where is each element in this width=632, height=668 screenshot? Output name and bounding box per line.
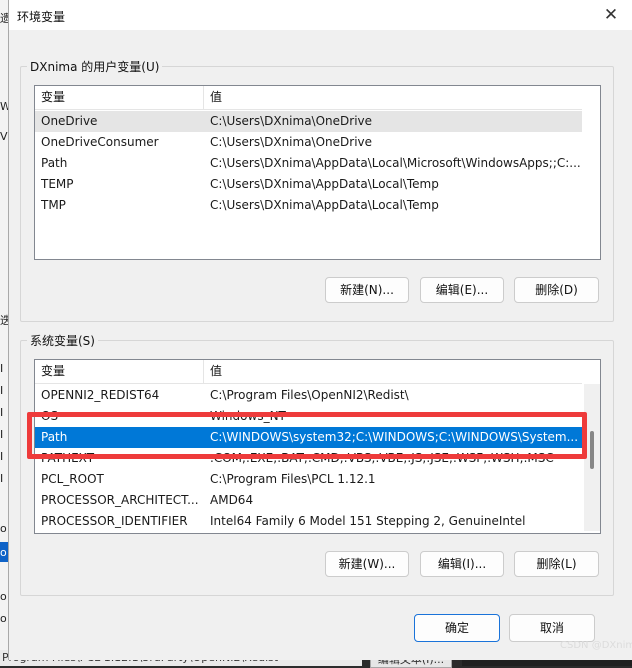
- list-item[interactable]: OPENNI2_REDIST64 C:\Program Files\OpenNI…: [35, 385, 582, 406]
- variable-value: C:\Users\DXnima\AppData\Local\Temp: [210, 198, 439, 212]
- list-item-selected[interactable]: Path C:\WINDOWS\system32;C:\WINDOWS;C:\W…: [35, 427, 582, 448]
- system-variables-list[interactable]: 变量 值 OPENNI2_REDIST64 C:\Program Files\O…: [34, 359, 601, 534]
- variable-value: AMD64: [210, 493, 254, 507]
- variable-value: C:\Users\DXnima\AppData\Local\Microsoft\…: [210, 156, 581, 170]
- variable-name: PATHEXT: [41, 451, 95, 465]
- list-item[interactable]: PROCESSOR_IDENTIFIER Intel64 Family 6 Mo…: [35, 511, 582, 532]
- variable-value: Intel64 Family 6 Model 151 Stepping 2, G…: [210, 514, 526, 528]
- user-edit-button[interactable]: 编辑(E)...: [420, 277, 504, 303]
- close-icon[interactable]: ✕: [597, 4, 625, 26]
- cancel-button[interactable]: 取消: [509, 614, 595, 642]
- variable-name: OneDrive: [41, 114, 98, 128]
- variable-value: C:\WINDOWS\system32;C:\WINDOWS;C:\WINDOW…: [210, 430, 579, 444]
- system-variables-label: 系统变量(S): [27, 332, 98, 349]
- variable-name: TMP: [41, 198, 66, 212]
- vertical-scrollbar[interactable]: [584, 384, 600, 531]
- ok-button[interactable]: 确定: [414, 614, 500, 642]
- list-item[interactable]: OneDriveConsumer C:\Users\DXnima\OneDriv…: [35, 132, 582, 153]
- system-edit-button[interactable]: 编辑(I)...: [420, 551, 504, 577]
- variable-name: OPENNI2_REDIST64: [41, 388, 160, 402]
- list-item[interactable]: OS Windows_NT: [35, 406, 582, 427]
- user-variables-list[interactable]: 变量 值 OneDrive C:\Users\DXnima\OneDrive O…: [34, 85, 601, 260]
- variable-name: OS: [41, 409, 59, 423]
- variable-name: Path: [41, 156, 68, 170]
- variable-name: Path: [41, 430, 68, 444]
- list-item[interactable]: TMP C:\Users\DXnima\AppData\Local\Temp: [35, 195, 582, 216]
- column-header-name[interactable]: 变量: [35, 360, 203, 383]
- column-header-value[interactable]: 值: [204, 86, 582, 109]
- variable-value: Windows_NT: [210, 409, 286, 423]
- variable-value: C:\Users\DXnima\OneDrive: [210, 114, 373, 128]
- variable-value: .COM;.EXE;.BAT;.CMD;.VBS;.VBE;.JS;.JSE;.…: [210, 451, 554, 465]
- watermark: CSDN @DXnima: [560, 640, 632, 651]
- user-new-button[interactable]: 新建(N)...: [325, 277, 409, 303]
- column-header-name[interactable]: 变量: [35, 86, 203, 109]
- variable-name: PROCESSOR_IDENTIFIER: [41, 514, 188, 528]
- environment-variables-dialog: 环境变量 ✕ DXnima 的用户变量(U) 变量 值 OneDrive C:\…: [8, 0, 632, 660]
- list-item[interactable]: OneDrive C:\Users\DXnima\OneDrive: [35, 111, 582, 132]
- variable-value: C:\Program Files\PCL 1.12.1: [210, 472, 376, 486]
- list-item[interactable]: PCL_ROOT C:\Program Files\PCL 1.12.1: [35, 469, 582, 490]
- list-item[interactable]: PATHEXT .COM;.EXE;.BAT;.CMD;.VBS;.VBE;.J…: [35, 448, 582, 469]
- variable-value: C:\Program Files\OpenNI2\Redist\: [210, 388, 409, 402]
- list-item[interactable]: TEMP C:\Users\DXnima\AppData\Local\Temp: [35, 174, 582, 195]
- variable-value: C:\Users\DXnima\OneDrive: [210, 135, 373, 149]
- variable-value: C:\Users\DXnima\AppData\Local\Temp: [210, 177, 439, 191]
- list-item[interactable]: Path C:\Users\DXnima\AppData\Local\Micro…: [35, 153, 582, 174]
- variable-name: OneDriveConsumer: [41, 135, 159, 149]
- user-variables-label: DXnima 的用户变量(U): [27, 58, 163, 75]
- variable-name: PROCESSOR_ARCHITECT...: [41, 493, 199, 507]
- system-new-button[interactable]: 新建(W)...: [325, 551, 409, 577]
- list-item[interactable]: PROCESSOR_ARCHITECT... AMD64: [35, 490, 582, 511]
- user-delete-button[interactable]: 删除(D): [514, 277, 599, 303]
- system-delete-button[interactable]: 删除(L): [514, 551, 599, 577]
- list-header: 变量 值: [35, 360, 582, 384]
- list-header: 变量 值: [35, 86, 582, 110]
- dialog-title: 环境变量: [17, 10, 66, 24]
- variable-name: TEMP: [41, 177, 74, 191]
- title-bar: 环境变量 ✕: [9, 0, 632, 30]
- column-header-value[interactable]: 值: [204, 360, 582, 383]
- scrollbar-thumb[interactable]: [590, 431, 594, 469]
- variable-name: PCL_ROOT: [41, 472, 104, 486]
